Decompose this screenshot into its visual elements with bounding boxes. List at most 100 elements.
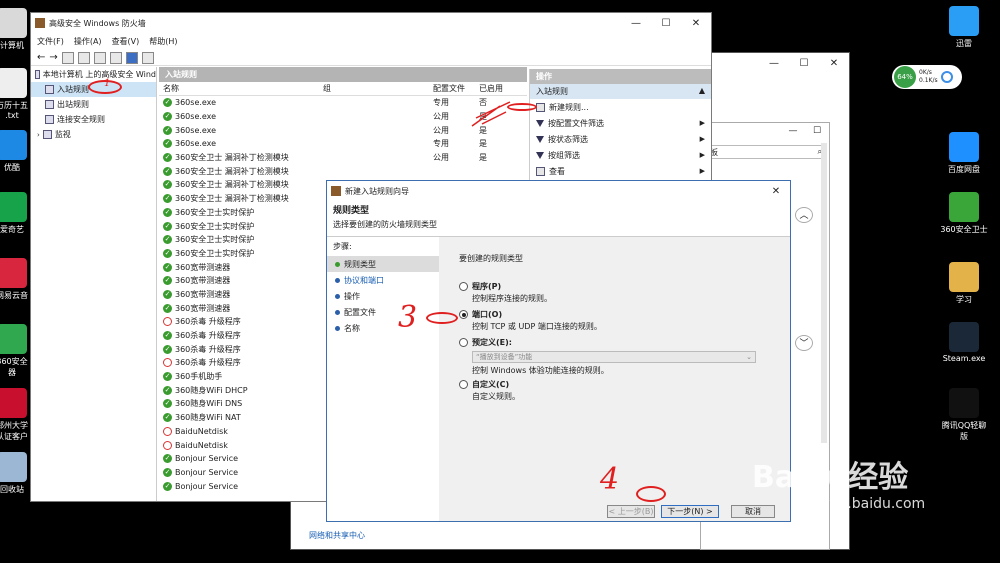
desktop-icon-label: 学习 (956, 295, 972, 304)
allow-icon: ✓ (163, 454, 172, 464)
action-item[interactable]: 新建规则... (530, 99, 711, 115)
action-item[interactable]: 按配置文件筛选 ▶ (530, 115, 711, 131)
desktop-icon[interactable]: 百度网盘 (934, 132, 994, 175)
desktop-icon[interactable]: 360安全卫士 (934, 192, 994, 235)
desktop-icon[interactable]: 迅雷 (934, 6, 994, 49)
option-line: 程序(P) (459, 281, 769, 292)
action-item[interactable]: 查看 ▶ (530, 163, 711, 179)
option-description: 自定义规则。 (472, 392, 520, 401)
expand-arrow-icon[interactable]: › (37, 131, 40, 139)
rule-type-option[interactable]: 程序(P) 控制程序连接的规则。 (459, 281, 769, 304)
properties-icon[interactable] (141, 51, 154, 64)
rule-name: 360se.exe (175, 112, 217, 122)
rule-name-cell: ✓ 360宽带测速器 (159, 303, 319, 314)
collapse-arrow-icon: ▲ (698, 86, 705, 95)
next-button[interactable]: 下一步(N) > (661, 505, 719, 518)
wizard-step[interactable]: 规则类型 (327, 256, 439, 272)
radio-button[interactable] (459, 338, 468, 347)
help-icon[interactable] (125, 51, 138, 64)
network-center-link[interactable]: 网络和共享中心 (309, 530, 365, 541)
network-speed-widget[interactable]: 64% 0K/s 0.1K/s (892, 65, 962, 89)
wizard-step[interactable]: 名称 (327, 320, 439, 336)
annotation-scribble (471, 101, 511, 127)
back-button[interactable]: < 上一步(B) (607, 505, 655, 518)
wizard-title-bar[interactable]: 新建入站规则向导 ✕ (327, 181, 790, 201)
rule-row[interactable]: ✓ 360se.exe 专用 是 (159, 137, 527, 151)
baidu-watermark: Baidu经验 jingyan.baidu.com (752, 452, 925, 512)
radio-button[interactable] (459, 380, 468, 389)
collapse-button[interactable]: ︿ (795, 207, 813, 223)
close-icon[interactable]: ✕ (762, 186, 790, 197)
expand-button[interactable]: ﹀ (795, 335, 813, 351)
rules-column-header: 名称 组 配置文件 已启用 (159, 82, 527, 96)
wizard-step[interactable]: 配置文件 (327, 304, 439, 320)
allow-icon: ✓ (163, 276, 172, 286)
wizard-step-label: 配置文件 (344, 307, 376, 317)
block-icon (163, 317, 172, 327)
close-icon[interactable]: ✕ (681, 18, 711, 29)
wizard-step[interactable]: 协议和端口 (327, 272, 439, 288)
forward-icon[interactable]: → (49, 52, 57, 63)
tree-item[interactable]: › 监视 (31, 127, 156, 142)
actions-subheader[interactable]: 入站规则 ▲ (530, 84, 711, 99)
tree-item[interactable]: 出站规则 (31, 97, 156, 112)
back-icon[interactable]: ← (37, 52, 45, 63)
rule-row[interactable]: ✓ 360安全卫士 漏洞补丁检测模块 公用 是 (159, 151, 527, 165)
option-label: 自定义(C) (472, 380, 510, 389)
minimize-icon[interactable]: — (621, 18, 651, 29)
column-enabled[interactable]: 已启用 (477, 83, 517, 94)
wizard-step[interactable]: 操作 (327, 288, 439, 304)
rule-folder-icon (45, 115, 54, 124)
action-item[interactable]: 按组筛选 ▶ (530, 147, 711, 163)
option-label: 程序(P) (472, 282, 502, 291)
rule-type-option[interactable]: 预定义(E): “播放到设备”功能 ⌄ 控制 Windows 体验功能连接的规则。 (459, 337, 769, 376)
filter-icon (536, 135, 544, 143)
menu-item[interactable]: 帮助(H) (149, 36, 177, 47)
close-icon[interactable]: ✕ (819, 58, 849, 69)
minimize-icon[interactable]: — (781, 126, 805, 136)
column-name[interactable]: 名称 (159, 83, 319, 94)
rule-type-option[interactable]: 端口(O) 控制 TCP 或 UDP 端口连接的规则。 (459, 309, 769, 332)
allow-icon: ✓ (163, 413, 172, 423)
rule-name: 360宽带测速器 (175, 289, 231, 299)
action-item[interactable]: 按状态筛选 ▶ (530, 131, 711, 147)
search-input[interactable]: 板 ⌕ (705, 145, 823, 159)
refresh-icon[interactable] (109, 51, 122, 64)
maximize-icon[interactable]: ☐ (651, 18, 681, 29)
title-bar[interactable]: 高级安全 Windows 防火墙 — ☐ ✕ (31, 13, 711, 33)
maximize-icon[interactable]: ☐ (789, 58, 819, 69)
rule-row[interactable]: ✓ 360安全卫士 漏洞补丁检测模块 (159, 164, 527, 178)
scrollbar[interactable] (821, 143, 827, 443)
tree-root[interactable]: 本地计算机 上的高级安全 Wind (31, 67, 156, 82)
show-tree-icon[interactable] (77, 51, 90, 64)
allow-icon: ✓ (163, 153, 172, 163)
rule-name-cell: ✓ 360宽带测速器 (159, 275, 319, 286)
annotation-number-3: 3 (398, 300, 418, 335)
rule-type-option[interactable]: 自定义(C) 自定义规则。 (459, 379, 769, 402)
allow-icon: ✓ (163, 166, 172, 176)
maximize-icon[interactable]: ☐ (805, 126, 829, 136)
radio-button[interactable] (459, 282, 468, 291)
desktop-icon[interactable]: Steam.exe (934, 322, 994, 363)
column-group[interactable]: 组 (319, 83, 431, 94)
up-folder-icon[interactable] (61, 51, 74, 64)
rule-name: Bonjour Service (175, 481, 239, 491)
desktop-icon[interactable]: 学习 (934, 262, 994, 305)
tree-item[interactable]: 连接安全规则 (31, 112, 156, 127)
desktop-icon[interactable]: 腾讯QQ轻聊 版 (934, 388, 994, 442)
new-inbound-rule-wizard[interactable]: 新建入站规则向导 ✕ 规则类型 选择要创建的防火墙规则类型 步骤: 规则类型 协议… (326, 180, 791, 522)
radio-button[interactable] (459, 310, 468, 319)
export-icon[interactable] (93, 51, 106, 64)
menu-item[interactable]: 文件(F) (37, 36, 64, 47)
submenu-arrow-icon: ▶ (699, 167, 705, 175)
menu-item[interactable]: 查看(V) (112, 36, 140, 47)
menu-item[interactable]: 操作(A) (74, 36, 102, 47)
rule-name: BaiduNetdisk (175, 426, 228, 436)
predefined-select[interactable]: “播放到设备”功能 ⌄ (472, 351, 756, 363)
option-label: 端口(O) (472, 310, 503, 319)
allow-icon: ✓ (163, 248, 172, 258)
submenu-arrow-icon: ▶ (699, 135, 705, 143)
minimize-icon[interactable]: — (759, 58, 789, 69)
rule-enabled: 是 (479, 153, 487, 163)
column-profile[interactable]: 配置文件 (431, 83, 477, 94)
